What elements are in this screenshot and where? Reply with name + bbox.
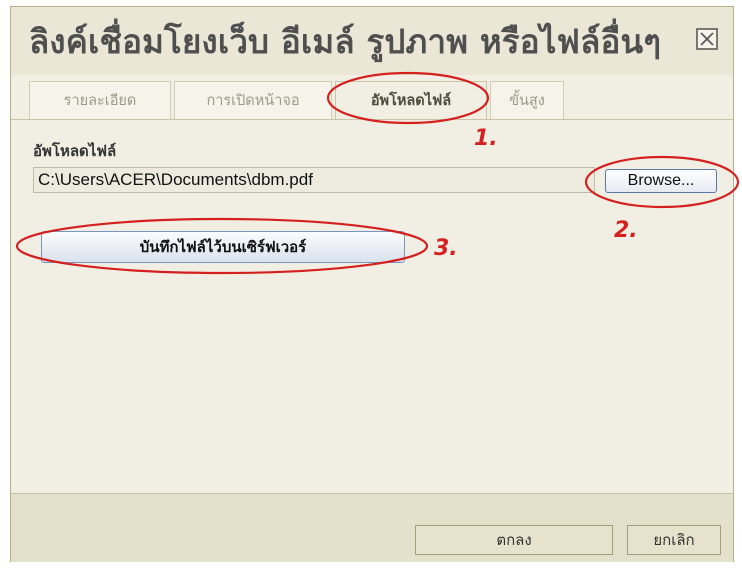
file-path-field[interactable]: C:\Users\ACER\Documents\dbm.pdf [33, 167, 595, 193]
tab-advanced[interactable]: ขั้นสูง [490, 81, 564, 119]
dialog-title: ลิงค์เชื่อมโยงเว็บ อีเมล์ รูปภาพ หรือไฟล… [29, 22, 662, 61]
tab-details[interactable]: รายละเอียด [29, 81, 171, 119]
annotation-step-2: 2. [614, 218, 638, 243]
ok-button[interactable]: ตกลง [415, 525, 613, 555]
tab-advanced-label: ขั้นสูง [509, 93, 545, 109]
cancel-button[interactable]: ยกเลิก [627, 525, 721, 555]
dialog-footer [11, 493, 733, 562]
upload-dialog: ลิงค์เชื่อมโยงเว็บ อีเมล์ รูปภาพ หรือไฟล… [10, 6, 734, 562]
tab-bar: รายละเอียด การเปิดหน้าจอ อัพโหลดไฟล์ ขั้… [29, 81, 729, 119]
close-icon[interactable] [695, 27, 719, 51]
tab-open-window-label: การเปิดหน้าจอ [206, 93, 300, 109]
save-to-server-button[interactable]: บันทึกไฟล์ไว้บนเซิร์ฟเวอร์ [41, 231, 405, 263]
browse-button[interactable]: Browse... [605, 169, 717, 193]
tab-open-window[interactable]: การเปิดหน้าจอ [174, 81, 332, 119]
annotation-step-1: 1. [474, 126, 498, 151]
title-bar: ลิงค์เชื่อมโยงเว็บ อีเมล์ รูปภาพ หรือไฟล… [11, 7, 733, 75]
tab-upload-file-label: อัพโหลดไฟล์ [370, 93, 452, 109]
tab-upload-file[interactable]: อัพโหลดไฟล์ [335, 81, 487, 119]
upload-file-label: อัพโหลดไฟล์ [33, 142, 117, 160]
tab-details-label: รายละเอียด [63, 93, 137, 109]
annotation-step-3: 3. [434, 236, 458, 261]
